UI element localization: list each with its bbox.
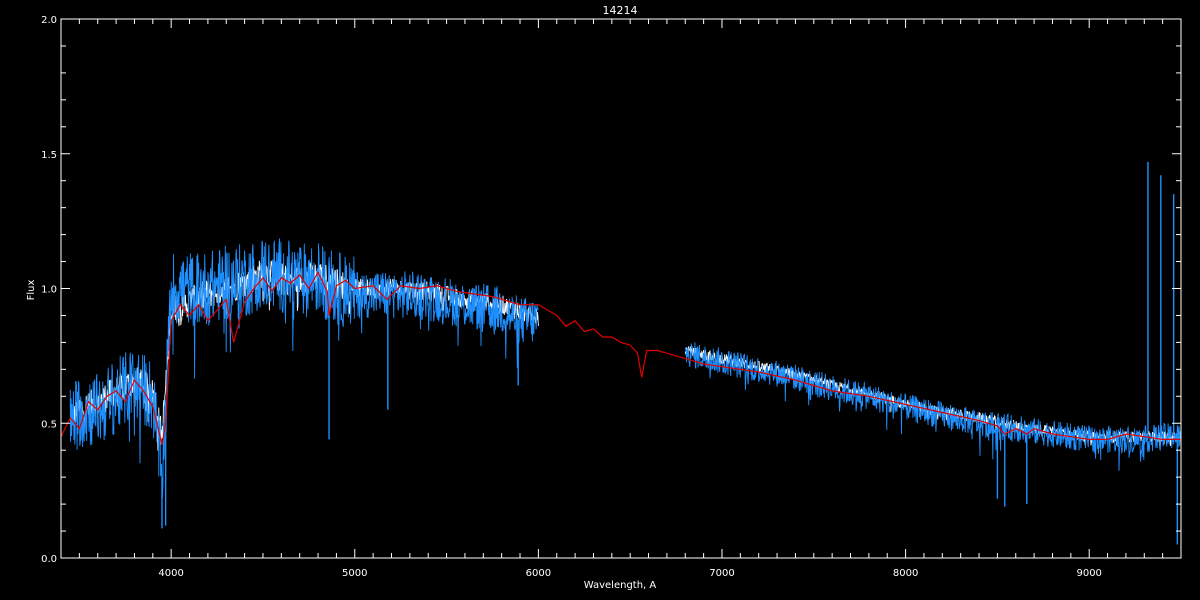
x-axis-label: Wavelength, A <box>584 580 657 591</box>
chart-background <box>0 0 1200 600</box>
x-tick-label: 5000 <box>342 568 367 579</box>
y-tick-label: 0.0 <box>41 554 57 565</box>
chart-container: 14214 4000 5000 6000 7000 8000 9000 0.0 0.5 1.0 1… <box>0 0 1200 600</box>
x-tick-label: 8000 <box>893 568 918 579</box>
x-tick-label: 4000 <box>158 568 183 579</box>
y-tick-label: 2.0 <box>41 15 57 26</box>
y-tick-label: 0.5 <box>41 419 57 430</box>
chart-title: 14214 <box>603 4 638 17</box>
x-tick-label: 6000 <box>526 568 551 579</box>
x-tick-label: 7000 <box>709 568 734 579</box>
x-tick-label: 9000 <box>1076 568 1101 579</box>
y-axis-label: Flux <box>26 280 37 301</box>
y-tick-label: 1.5 <box>41 150 57 161</box>
y-tick-label: 1.0 <box>41 285 57 296</box>
spectrum-chart: 14214 4000 5000 6000 7000 8000 9000 0.0 0.5 1.0 1… <box>0 0 1200 600</box>
